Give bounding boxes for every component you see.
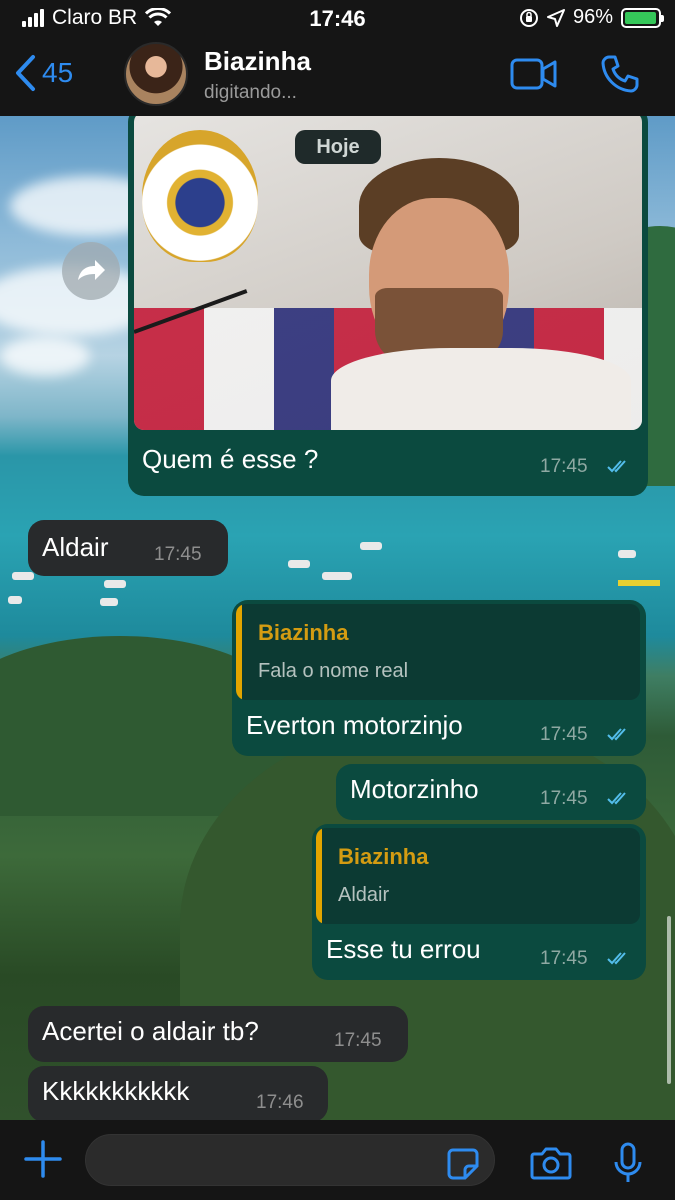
message-time: 17:45 (334, 1030, 382, 1051)
message-bubble-incoming[interactable]: Kkkkkkkkkkk 17:46 (28, 1066, 328, 1120)
message-text: Kkkkkkkkkkk (42, 1076, 190, 1106)
photo-person (331, 158, 631, 430)
message-time: 17:45 (540, 724, 588, 745)
quote-author: Biazinha (258, 620, 349, 645)
avatar[interactable] (124, 42, 188, 106)
contact-name[interactable]: Biazinha (204, 46, 311, 77)
message-text: Acertei o aldair tb? (42, 1016, 259, 1046)
read-ticks-icon (607, 728, 626, 741)
chat-area[interactable]: Quem é esse ? 17:45 Hoje Aldair 17:45 Bi… (0, 116, 675, 1120)
quote-author: Biazinha (338, 844, 429, 869)
status-bar: Claro BR 17:46 96% (0, 0, 675, 36)
message-caption: Quem é esse ? (142, 444, 319, 474)
message-bubble-outgoing[interactable]: Motorzinho 17:45 (336, 764, 646, 820)
message-time: 17:45 (154, 544, 202, 565)
voice-call-button[interactable] (600, 54, 640, 99)
read-ticks-icon (607, 952, 626, 965)
forward-button[interactable] (62, 242, 120, 300)
video-camera-icon (510, 58, 557, 90)
contact-status: digitando... (204, 82, 297, 103)
message-time: 17:45 (540, 456, 588, 477)
orientation-lock-icon (519, 8, 538, 27)
message-text: Motorzinho (350, 774, 479, 804)
message-text: Esse tu errou (326, 934, 481, 964)
scrollbar[interactable] (667, 916, 671, 1084)
message-bubble-reply[interactable]: Biazinha Aldair Esse tu errou 17:45 (312, 824, 646, 980)
quote-text: Aldair (338, 884, 390, 906)
read-ticks-icon (607, 460, 626, 473)
message-text: Aldair (42, 532, 109, 562)
message-time: 17:45 (540, 788, 588, 809)
video-call-button[interactable] (510, 58, 558, 95)
battery-icon (621, 7, 664, 28)
microphone-icon (614, 1142, 642, 1182)
quoted-message[interactable]: Biazinha Fala o nome real (236, 604, 640, 700)
quote-text: Fala o nome real (258, 660, 409, 682)
message-photo[interactable] (134, 116, 642, 430)
message-time: 17:45 (540, 948, 588, 969)
date-separator: Hoje (295, 130, 381, 164)
input-bar (0, 1120, 675, 1200)
quoted-message[interactable]: Biazinha Aldair (316, 828, 640, 924)
battery-percent: 96% (572, 6, 613, 28)
message-text: Everton motorzinjo (246, 710, 463, 740)
message-bubble-reply[interactable]: Biazinha Fala o nome real Everton motorz… (232, 600, 646, 756)
voice-message-button[interactable] (612, 1142, 644, 1189)
camera-button[interactable] (530, 1146, 572, 1185)
club-crest (142, 130, 258, 262)
message-bubble-incoming[interactable]: Aldair 17:45 (28, 520, 228, 576)
read-ticks-icon (607, 792, 626, 805)
attach-button[interactable] (24, 1140, 62, 1183)
unread-count: 45 (42, 57, 74, 88)
back-button[interactable]: 45 (14, 54, 73, 92)
message-time: 17:46 (256, 1092, 304, 1113)
camera-icon (530, 1147, 572, 1180)
message-bubble-image[interactable]: Quem é esse ? 17:45 (128, 116, 648, 496)
sticker-button[interactable] (447, 1148, 479, 1185)
message-bubble-incoming[interactable]: Acertei o aldair tb? 17:45 (28, 1006, 408, 1062)
location-icon (546, 8, 565, 27)
plus-icon (24, 1140, 62, 1178)
status-right: 96% (519, 6, 664, 29)
sticker-icon (447, 1148, 479, 1180)
forward-icon (78, 260, 105, 280)
chevron-left-icon (16, 55, 35, 91)
message-input[interactable] (85, 1134, 495, 1186)
phone-icon (601, 55, 639, 93)
chat-header: 45 Biazinha digitando... (0, 36, 675, 116)
